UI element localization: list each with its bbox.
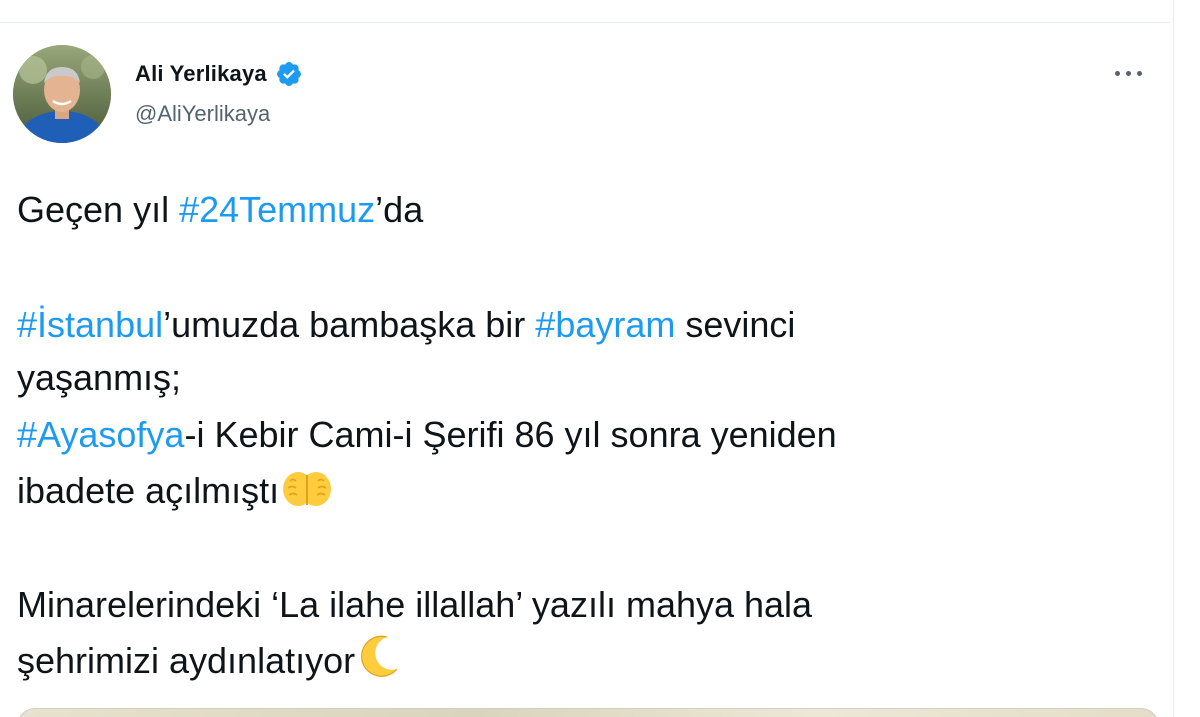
tweet-text-line: Minarelerindeki ‘La ilahe illallah’ yazı…	[17, 578, 1157, 631]
tweet-text: ’umuzda bambaşka bir	[163, 304, 536, 345]
tweet-text-line: ibadete açılmıştı	[17, 464, 1157, 523]
more-dots-icon	[1114, 70, 1120, 76]
tweet-text: -i Kebir Cami-i Şerifi 86 yıl sonra yeni…	[184, 414, 837, 455]
tweet-text-line: Geçen yıl #24Temmuz’da	[17, 183, 1157, 236]
hashtag-link[interactable]: #Ayasofya	[17, 414, 184, 455]
author-name-row: Ali Yerlikaya	[135, 60, 303, 88]
top-divider	[0, 22, 1170, 23]
tweet-text-line: yaşanmış;	[17, 351, 1157, 404]
author-display-name[interactable]: Ali Yerlikaya	[135, 61, 267, 87]
tweet-text: sevinci	[675, 304, 796, 345]
hashtag-link[interactable]: #24Temmuz	[179, 189, 375, 230]
more-dots-icon	[1136, 70, 1142, 76]
crescent-moon-emoji	[357, 633, 401, 693]
avatar[interactable]	[13, 45, 111, 143]
hashtag-link[interactable]: #İstanbul	[17, 304, 163, 345]
tweet-text: ’da	[375, 189, 424, 230]
tweet-text: Minarelerindeki ‘La ilahe illallah’ yazı…	[17, 584, 813, 625]
tweet-text-line: #İstanbul’umuzda bambaşka bir #bayram se…	[17, 298, 1157, 351]
tweet-text: şehrimizi aydınlatıyor	[17, 640, 356, 681]
right-border	[1173, 0, 1174, 717]
verified-badge-icon	[275, 60, 303, 88]
tweet-text-line: #Ayasofya-i Kebir Cami-i Şerifi 86 yıl s…	[17, 408, 1157, 461]
praying-hands-emoji	[281, 469, 333, 523]
tweet-text-line: şehrimizi aydınlatıyor	[17, 633, 1157, 693]
more-options-button[interactable]	[1108, 60, 1148, 86]
author-handle[interactable]: @AliYerlikaya	[135, 101, 270, 127]
tweet-text: ibadete açılmıştı	[17, 470, 280, 511]
hashtag-link[interactable]: #bayram	[535, 304, 675, 345]
more-dots-icon	[1125, 70, 1131, 76]
tweet-card: Ali Yerlikaya @AliYerlikaya Geçen yıl #2…	[0, 0, 1200, 717]
media-preview[interactable]	[17, 708, 1159, 717]
tweet-text: Geçen yıl	[17, 189, 180, 230]
tweet-text: yaşanmış;	[17, 357, 182, 398]
